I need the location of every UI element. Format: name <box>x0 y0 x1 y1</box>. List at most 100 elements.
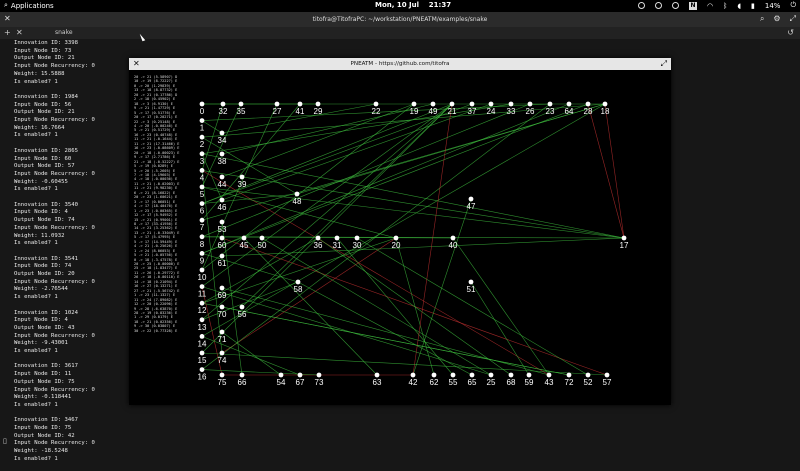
node-label: 27 <box>273 107 282 116</box>
node-0 <box>199 101 205 107</box>
node-69 <box>219 285 225 291</box>
node-30 <box>354 235 360 241</box>
record-innovation: Innovation ID: 1984 <box>14 93 78 100</box>
node-47 <box>468 196 474 202</box>
node-label: 30 <box>353 241 362 250</box>
terminal-output[interactable]: Innovation ID: 3398 Input Node ID: 73 Outp… <box>14 40 124 471</box>
connection-edge <box>317 237 512 376</box>
record-enabled: Is enabled? 1 <box>14 455 58 462</box>
node-label: 47 <box>467 202 476 211</box>
bluetooth-icon[interactable]: ᛒ <box>723 2 727 10</box>
node-8 <box>199 234 205 240</box>
node-label: 19 <box>410 107 419 116</box>
node-16 <box>199 367 205 372</box>
maximize-icon[interactable]: ⤢ <box>661 59 667 69</box>
network-icon[interactable]: ◠ <box>707 2 713 10</box>
node-label: 33 <box>507 107 516 116</box>
node-label: 7 <box>200 223 205 232</box>
connection-edge <box>452 237 550 376</box>
clock[interactable]: Mon, 10 Jul 21:37 <box>375 1 451 9</box>
record-weight: Weight: 11.0932 <box>14 232 65 239</box>
node-label: 23 <box>546 107 555 116</box>
node-label: 71 <box>218 335 227 344</box>
record-innovation: Innovation ID: 1024 <box>14 309 78 316</box>
connection-edge <box>221 237 625 257</box>
node-48 <box>294 191 300 197</box>
new-tab-icon[interactable]: + <box>4 28 11 37</box>
node-53 <box>219 219 225 225</box>
record-input: Input Node ID: 74 <box>14 263 72 270</box>
node-label: 5 <box>200 190 205 199</box>
record-enabled: Is enabled? 1 <box>14 240 58 247</box>
connection-edge <box>470 281 530 376</box>
node-54 <box>278 372 284 378</box>
node-41 <box>297 101 303 107</box>
steam-icon[interactable] <box>672 2 680 9</box>
node-65 <box>469 372 475 378</box>
record-input: Input Node ID: 11 <box>14 371 72 378</box>
node-71 <box>219 329 225 335</box>
battery-percent: 14% <box>764 1 781 10</box>
record-recurrency: Input Node Recurrency: 0 <box>14 117 95 124</box>
record-input: Input Node ID: 4 <box>14 209 68 216</box>
node-label: 61 <box>218 259 227 268</box>
gear-icon[interactable]: ⚙ <box>773 14 780 24</box>
node-5 <box>199 184 205 190</box>
record-input: Input Node ID: 75 <box>14 425 72 432</box>
node-label: 0 <box>200 107 205 116</box>
record-innovation: Innovation ID: 3541 <box>14 255 78 262</box>
updates-icon[interactable] <box>638 2 646 9</box>
node-label: 16 <box>198 373 207 382</box>
node-28 <box>585 101 591 107</box>
system-tray[interactable]: N ◠ ᛒ ◖ ▮ 14% ⏻ <box>638 1 796 10</box>
record-input: Input Node ID: 60 <box>14 155 72 162</box>
battery-icon[interactable]: ▮ <box>751 2 755 10</box>
connection-record: Innovation ID: 3398 Input Node ID: 73 Outp… <box>14 40 124 86</box>
node-68 <box>508 372 514 378</box>
record-enabled: Is enabled? 1 <box>14 132 58 139</box>
search-icon[interactable]: ⌕ <box>760 14 764 24</box>
top-bar: ⌕ Applications Mon, 10 Jul 21:37 N ◠ ᛒ ◖… <box>0 0 800 12</box>
applications-label: Applications <box>10 1 54 10</box>
node-label: 43 <box>545 378 554 387</box>
notes-icon[interactable]: N <box>689 1 698 10</box>
node-49 <box>430 101 436 107</box>
node-label: 10 <box>198 273 207 282</box>
connection-record: Innovation ID: 2865 Input Node ID: 60 Outp… <box>14 148 124 194</box>
node-label: 34 <box>218 136 227 145</box>
node-56 <box>239 304 245 310</box>
tab-snake[interactable]: snake <box>55 29 73 36</box>
sync-icon[interactable] <box>655 2 663 9</box>
node-52 <box>585 372 591 378</box>
applications-menu[interactable]: ⌕ Applications <box>4 1 54 10</box>
node-4 <box>199 168 205 173</box>
record-weight: Weight: 16.7664 <box>14 124 65 131</box>
node-label: 31 <box>333 241 342 250</box>
node-70 <box>219 304 225 310</box>
connection-edge <box>221 331 282 376</box>
record-output: Output Node ID: 21 <box>14 109 75 116</box>
connection-record: Innovation ID: 3467 Input Node ID: 75 Outp… <box>14 417 124 463</box>
node-label: 29 <box>314 107 323 116</box>
volume-icon[interactable]: ◖ <box>737 2 741 10</box>
power-icon[interactable]: ⏻ <box>790 1 796 10</box>
node-72 <box>566 372 572 378</box>
pneatm-window[interactable]: ✕ PNEATM - https://github.com/titofra ⤢ … <box>129 58 671 405</box>
record-enabled: Is enabled? 1 <box>14 78 58 85</box>
maximize-icon[interactable]: ⤢ <box>790 14 796 24</box>
node-label: 67 <box>296 378 305 387</box>
node-23 <box>547 101 553 107</box>
close-tab-icon[interactable]: ✕ <box>16 28 23 37</box>
node-label: 75 <box>218 378 227 387</box>
record-innovation: Innovation ID: 3540 <box>14 201 78 208</box>
node-label: 55 <box>449 378 458 387</box>
node-9 <box>199 251 205 256</box>
node-50 <box>259 235 265 241</box>
node-label: 40 <box>449 241 458 250</box>
node-17 <box>621 235 627 241</box>
node-44 <box>219 174 225 180</box>
node-32 <box>220 101 226 107</box>
history-icon[interactable]: ↺ <box>787 28 794 37</box>
shell-prompt[interactable]: ▯ <box>3 437 7 445</box>
time-label: 21:37 <box>428 1 452 9</box>
